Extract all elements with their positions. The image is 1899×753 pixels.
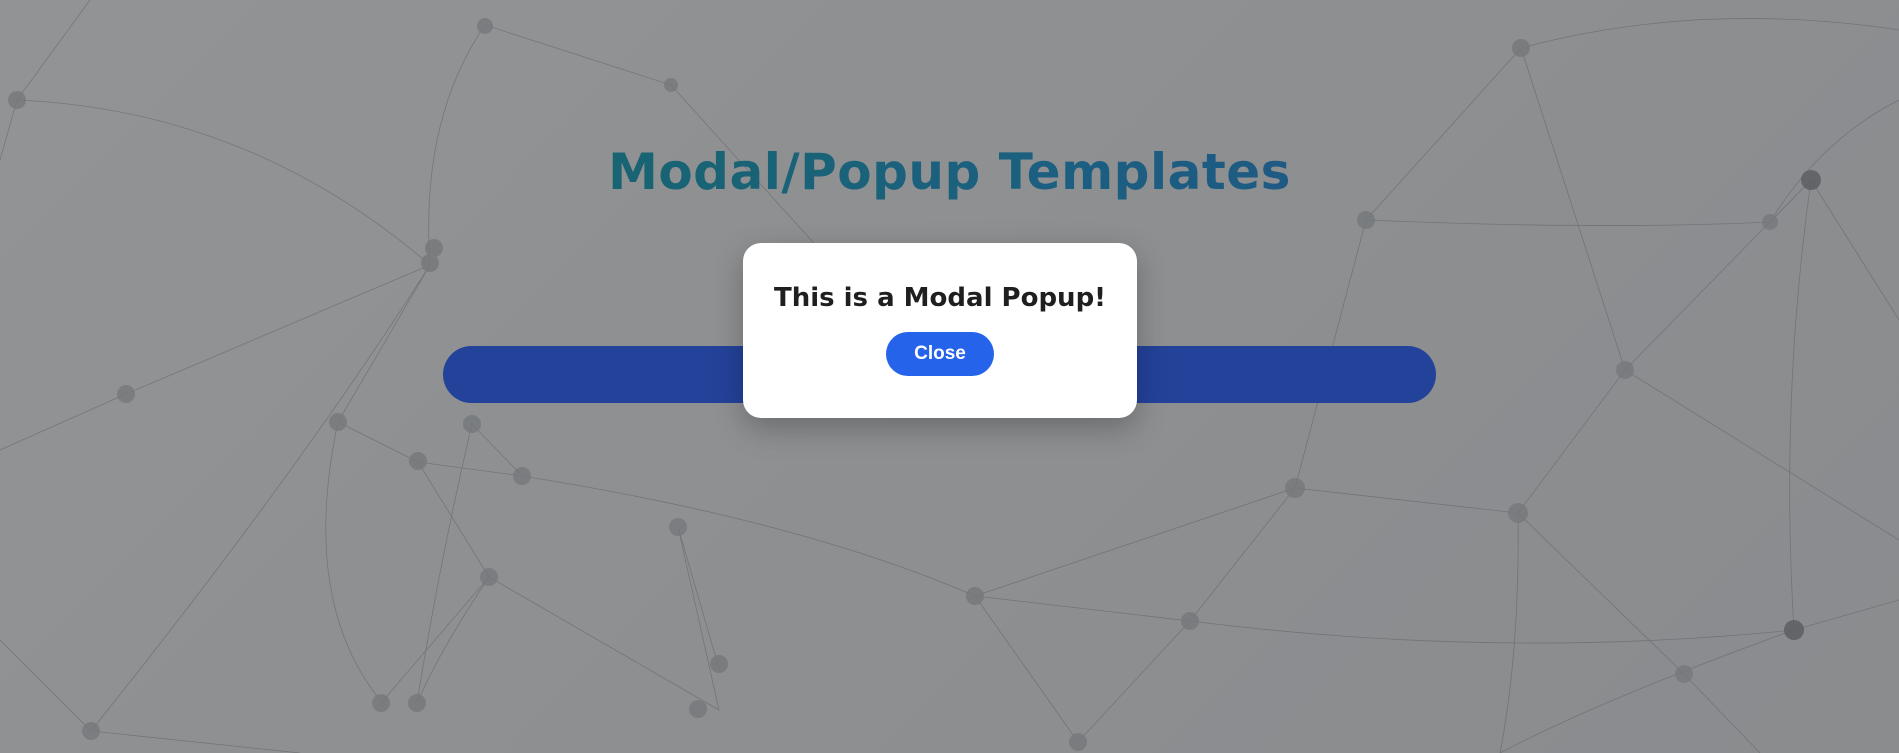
- modal-title: This is a Modal Popup!: [773, 283, 1107, 313]
- modal-dialog: This is a Modal Popup! Close: [743, 243, 1137, 418]
- page: Modal/Popup Templates This is a Modal Po…: [0, 0, 1899, 753]
- close-button[interactable]: Close: [886, 332, 994, 376]
